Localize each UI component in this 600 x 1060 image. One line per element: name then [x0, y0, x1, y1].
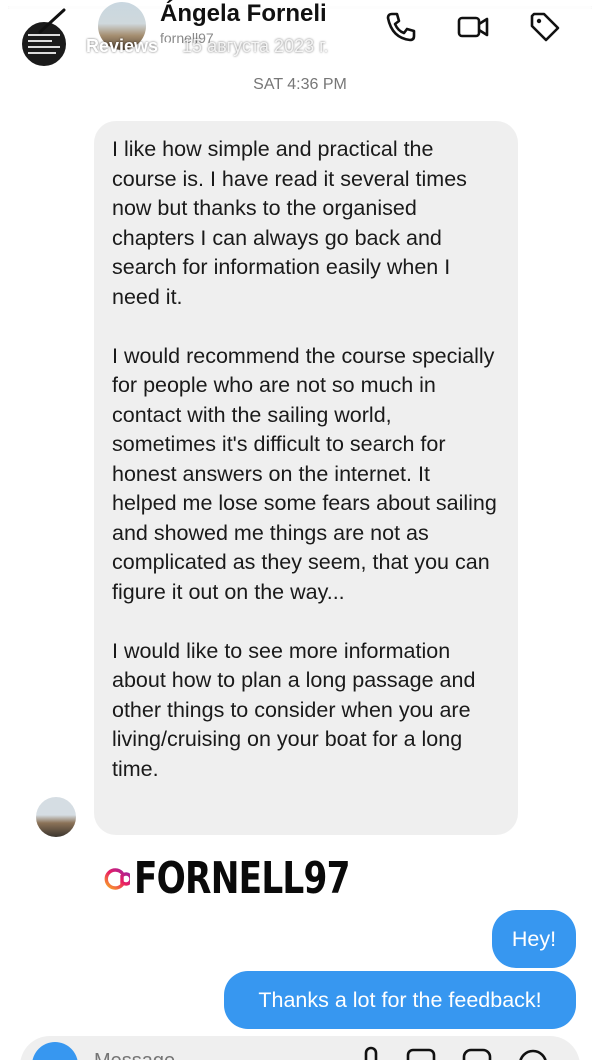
camera-icon[interactable]: [32, 1042, 78, 1060]
video-call-icon[interactable]: [456, 10, 490, 44]
phone-icon[interactable]: [384, 10, 418, 44]
instagram-icon: [104, 867, 130, 890]
mention-handle: FORNELL97: [134, 853, 350, 904]
sender-avatar[interactable]: [36, 797, 76, 837]
back-arrow-icon[interactable]: [34, 8, 70, 34]
sent-message[interactable]: Hey!: [492, 910, 576, 968]
mention-sticker[interactable]: FORNELL97: [102, 853, 411, 904]
story-overlay: Reviews 15 августа 2023 г.: [86, 36, 328, 57]
message-input[interactable]: [94, 1050, 294, 1060]
message-timestamp: SAT 4:36 PM: [253, 76, 347, 93]
message-paragraph: I would like to see more information abo…: [112, 638, 476, 781]
message-paragraph: I would recommend the course specially f…: [112, 343, 497, 604]
close-icon[interactable]: [552, 32, 586, 66]
add-icon[interactable]: [516, 1044, 550, 1060]
more-options-button[interactable]: ...: [498, 36, 519, 62]
received-message[interactable]: I like how simple and practical the cour…: [94, 121, 518, 835]
gallery-icon[interactable]: [404, 1044, 438, 1060]
story-date: 15 августа 2023 г.: [182, 36, 329, 56]
microphone-icon[interactable]: [354, 1044, 388, 1060]
sticker-icon[interactable]: [460, 1044, 494, 1060]
message-paragraph: I like how simple and practical the cour…: [112, 137, 467, 309]
verified-icon: [162, 42, 173, 52]
sent-message[interactable]: Thanks a lot for the feedback!: [224, 971, 576, 1029]
message-composer[interactable]: [20, 1036, 580, 1060]
story-account-name[interactable]: Reviews: [86, 36, 158, 56]
contact-name[interactable]: Ángela Forneli: [160, 0, 327, 28]
